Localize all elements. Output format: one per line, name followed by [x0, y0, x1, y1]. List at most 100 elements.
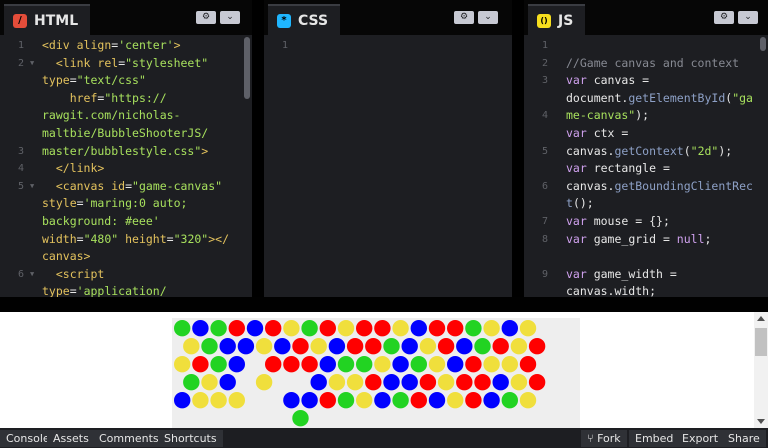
code-token: me-canvas"	[566, 108, 636, 123]
braces-icon: ()	[537, 13, 551, 28]
code-line[interactable]: rawgit.com/nicholas-	[42, 107, 244, 125]
code-line[interactable]: width="480" height="320"></	[42, 231, 244, 249]
code-line[interactable]: maltbie/BubbleShooterJS/	[42, 125, 244, 143]
html-tab[interactable]: / HTML	[4, 4, 91, 35]
code-line[interactable]: <div align='center'>	[42, 37, 244, 55]
game-canvas[interactable]	[172, 318, 580, 428]
code-lines[interactable]: //Game canvas and context var canvas = doc…	[566, 37, 760, 297]
code-line[interactable]: <canvas id="game-canvas"	[42, 178, 244, 196]
share-button[interactable]: Share	[722, 430, 766, 447]
code-line[interactable]: var rectangle =	[566, 160, 760, 178]
bubble-red	[228, 320, 245, 337]
code-token: =	[76, 231, 84, 246]
line-number	[0, 231, 36, 249]
code-line[interactable]: t();	[566, 195, 760, 213]
code-line[interactable]	[566, 248, 760, 266]
code-line[interactable]: type="text/css"	[42, 72, 244, 90]
fold-arrow-icon[interactable]: ▼	[30, 55, 34, 73]
scrollbar[interactable]	[760, 37, 766, 51]
embed-button[interactable]: Embed	[629, 430, 680, 447]
export-button[interactable]: Export	[676, 430, 725, 447]
css-tab-label: CSS	[298, 12, 329, 29]
fold-arrow-icon[interactable]: ▼	[30, 178, 34, 196]
code-line[interactable]: var ctx =	[566, 125, 760, 143]
fold-arrow-icon[interactable]: ▼	[30, 266, 34, 284]
assets-button[interactable]: Assets	[47, 430, 95, 447]
code-line[interactable]: var game_grid = null;	[566, 231, 760, 249]
code-token: mouse = {};	[593, 213, 670, 228]
bubble-blue	[501, 320, 518, 337]
code-line[interactable]: var mouse = {};	[566, 213, 760, 231]
code-lines[interactable]	[306, 37, 504, 55]
scroll-up-icon[interactable]	[757, 316, 765, 321]
code-line[interactable]: canvas.width;	[566, 283, 760, 297]
bubble-blue	[410, 320, 427, 337]
css-tab[interactable]: * CSS	[268, 4, 341, 35]
gear-icon[interactable]: ⚙	[714, 11, 734, 24]
line-number: 5 ▼	[0, 178, 36, 196]
js-panel[interactable]: () JS ⚙ ⌄ 1 2 3 4 5 6 7 8 9 //Game canvas and co…	[524, 0, 768, 297]
code-line[interactable]: master/bubblestyle.css">	[42, 143, 244, 161]
bubble-red	[192, 356, 209, 373]
bubble-yellow	[255, 338, 273, 355]
code-line[interactable]: <script	[42, 266, 244, 284]
code-line[interactable]: var canvas =	[566, 72, 760, 90]
js-tab[interactable]: () JS	[528, 4, 586, 35]
line-numbers: 1 2 3 4 5 6 7 8 9	[524, 37, 560, 297]
code-lines[interactable]: <div align='center'> <link rel="styleshe…	[42, 37, 244, 297]
bubble-yellow	[519, 392, 537, 409]
code-line[interactable]: canvas.getBoundingClientRec	[566, 178, 760, 196]
code-token: =	[69, 284, 77, 297]
scroll-down-icon[interactable]	[757, 419, 765, 424]
chevron-down-icon[interactable]: ⌄	[478, 11, 498, 24]
bubble-blue	[492, 374, 509, 391]
code-line[interactable]	[566, 37, 760, 55]
scrollbar[interactable]	[244, 37, 250, 99]
gear-icon[interactable]: ⚙	[454, 11, 474, 24]
code-token: id	[111, 178, 126, 193]
line-number: 3	[541, 75, 548, 87]
line-number	[0, 248, 36, 266]
code-line[interactable]: canvas>	[42, 248, 244, 266]
code-token: ctx =	[593, 125, 629, 140]
code-line[interactable]: </link>	[42, 160, 244, 178]
js-code[interactable]: 1 2 3 4 5 6 7 8 9 //Game canvas and context var c…	[524, 37, 768, 297]
preview-scrollbar[interactable]	[754, 312, 768, 428]
code-line[interactable]: canvas.getContext("2d");	[566, 143, 760, 161]
scrollbar-thumb[interactable]	[755, 328, 767, 356]
bubble-green	[337, 356, 355, 373]
bubble-red	[356, 320, 373, 337]
html-code[interactable]: 1 2 ▼ 3 4 5 ▼ 6 ▼ <div align='center'> <link rel…	[0, 37, 252, 297]
bubble-red	[265, 320, 282, 337]
code-line[interactable]: type='application/	[42, 283, 244, 297]
chevron-down-icon[interactable]: ⌄	[738, 11, 758, 24]
bubble-blue	[456, 338, 473, 355]
bubble-blue	[401, 374, 418, 391]
bubble-yellow	[483, 356, 500, 373]
code-token: 'center'	[118, 38, 174, 52]
bubble-red	[365, 374, 382, 391]
code-line[interactable]	[306, 37, 504, 55]
line-number: 2	[541, 57, 548, 69]
bubble-yellow	[328, 374, 346, 391]
code-line[interactable]: var game_width =	[566, 266, 760, 284]
bubble-field[interactable]	[172, 318, 580, 428]
css-panel[interactable]: * CSS ⚙ ⌄ 1	[264, 0, 512, 297]
gear-icon[interactable]: ⚙	[196, 11, 216, 24]
comments-button[interactable]: Comments	[93, 430, 165, 447]
code-line[interactable]: <link rel="stylesheet"	[42, 55, 244, 73]
code-line[interactable]: background: #eee'	[42, 213, 244, 231]
code-line[interactable]: //Game canvas and context	[566, 55, 760, 73]
code-line[interactable]: href="https://	[42, 90, 244, 108]
bubble-yellow	[437, 374, 455, 391]
html-panel[interactable]: / HTML ⚙ ⌄ 1 2 ▼ 3 4 5 ▼ 6 ▼ <div align='center'…	[0, 0, 252, 297]
code-line[interactable]: document.getElementById("ga	[566, 90, 760, 108]
chevron-down-icon[interactable]: ⌄	[220, 11, 240, 24]
fork-button[interactable]: ⑂ Fork	[581, 430, 627, 447]
code-line[interactable]: style='maring:0 auto;	[42, 195, 244, 213]
css-code[interactable]: 1	[264, 37, 512, 297]
shortcuts-button[interactable]: Shortcuts	[158, 430, 223, 447]
code-line[interactable]: me-canvas");	[566, 107, 760, 125]
code-token: >	[201, 143, 209, 158]
